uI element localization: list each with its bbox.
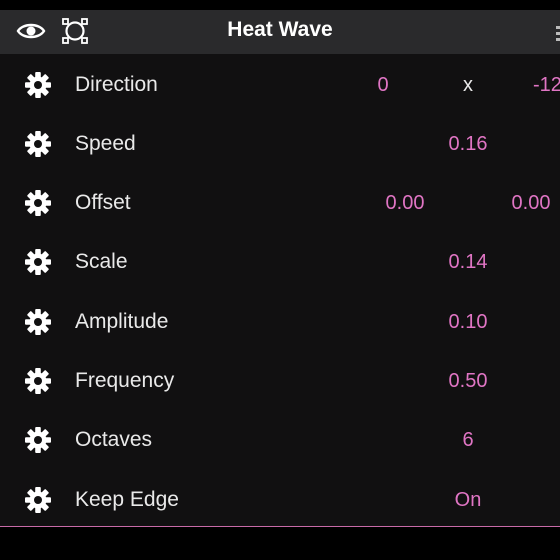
property-label: Frequency <box>75 369 175 392</box>
property-row-octaves: Octaves 6 <box>0 411 560 470</box>
property-label: Offset <box>75 191 131 214</box>
keep-edge-toggle[interactable]: On <box>428 471 508 527</box>
octaves-value[interactable]: 6 <box>428 411 508 470</box>
panel-title: Heat Wave <box>227 18 333 41</box>
property-row-amplitude: Amplitude 0.10 <box>0 293 560 352</box>
amplitude-value[interactable]: 0.10 <box>428 293 508 352</box>
gear-icon[interactable] <box>24 71 52 99</box>
speed-value[interactable]: 0.16 <box>428 115 508 174</box>
heat-wave-panel: Heat Wave Direction 0 x -12 Speed 0.16 O… <box>0 0 560 527</box>
direction-separator: x <box>463 74 473 96</box>
frequency-value[interactable]: 0.50 <box>428 352 508 411</box>
property-row-scale: Scale 0.14 <box>0 233 560 292</box>
property-label: Speed <box>75 132 136 155</box>
panel-header: Heat Wave <box>0 10 560 54</box>
header-edge-icon <box>556 25 560 43</box>
property-row-offset: Offset 0.00 0.00 <box>0 174 560 233</box>
property-label: Keep Edge <box>75 488 179 511</box>
gear-icon[interactable] <box>24 130 52 158</box>
scale-value[interactable]: 0.14 <box>428 233 508 292</box>
direction-y-value[interactable]: -12 <box>527 56 560 115</box>
property-label: Scale <box>75 250 128 273</box>
property-row-speed: Speed 0.16 <box>0 115 560 174</box>
property-label: Octaves <box>75 428 153 451</box>
gear-icon[interactable] <box>24 367 52 395</box>
offset-x-value[interactable]: 0.00 <box>365 174 445 233</box>
direction-x-value[interactable]: 0 <box>365 56 401 115</box>
top-strip <box>0 0 560 10</box>
panel-bottom-border <box>0 526 560 527</box>
gear-icon[interactable] <box>24 189 52 217</box>
gear-icon[interactable] <box>24 308 52 336</box>
property-label: Direction <box>75 73 158 96</box>
property-label: Amplitude <box>75 310 169 333</box>
offset-y-value[interactable]: 0.00 <box>491 174 560 233</box>
property-row-keep-edge: Keep Edge On <box>0 471 560 527</box>
gear-icon[interactable] <box>24 248 52 276</box>
property-row-frequency: Frequency 0.50 <box>0 352 560 411</box>
property-row-direction: Direction 0 x -12 <box>0 56 560 115</box>
gear-icon[interactable] <box>24 486 52 514</box>
gear-icon[interactable] <box>24 426 52 454</box>
